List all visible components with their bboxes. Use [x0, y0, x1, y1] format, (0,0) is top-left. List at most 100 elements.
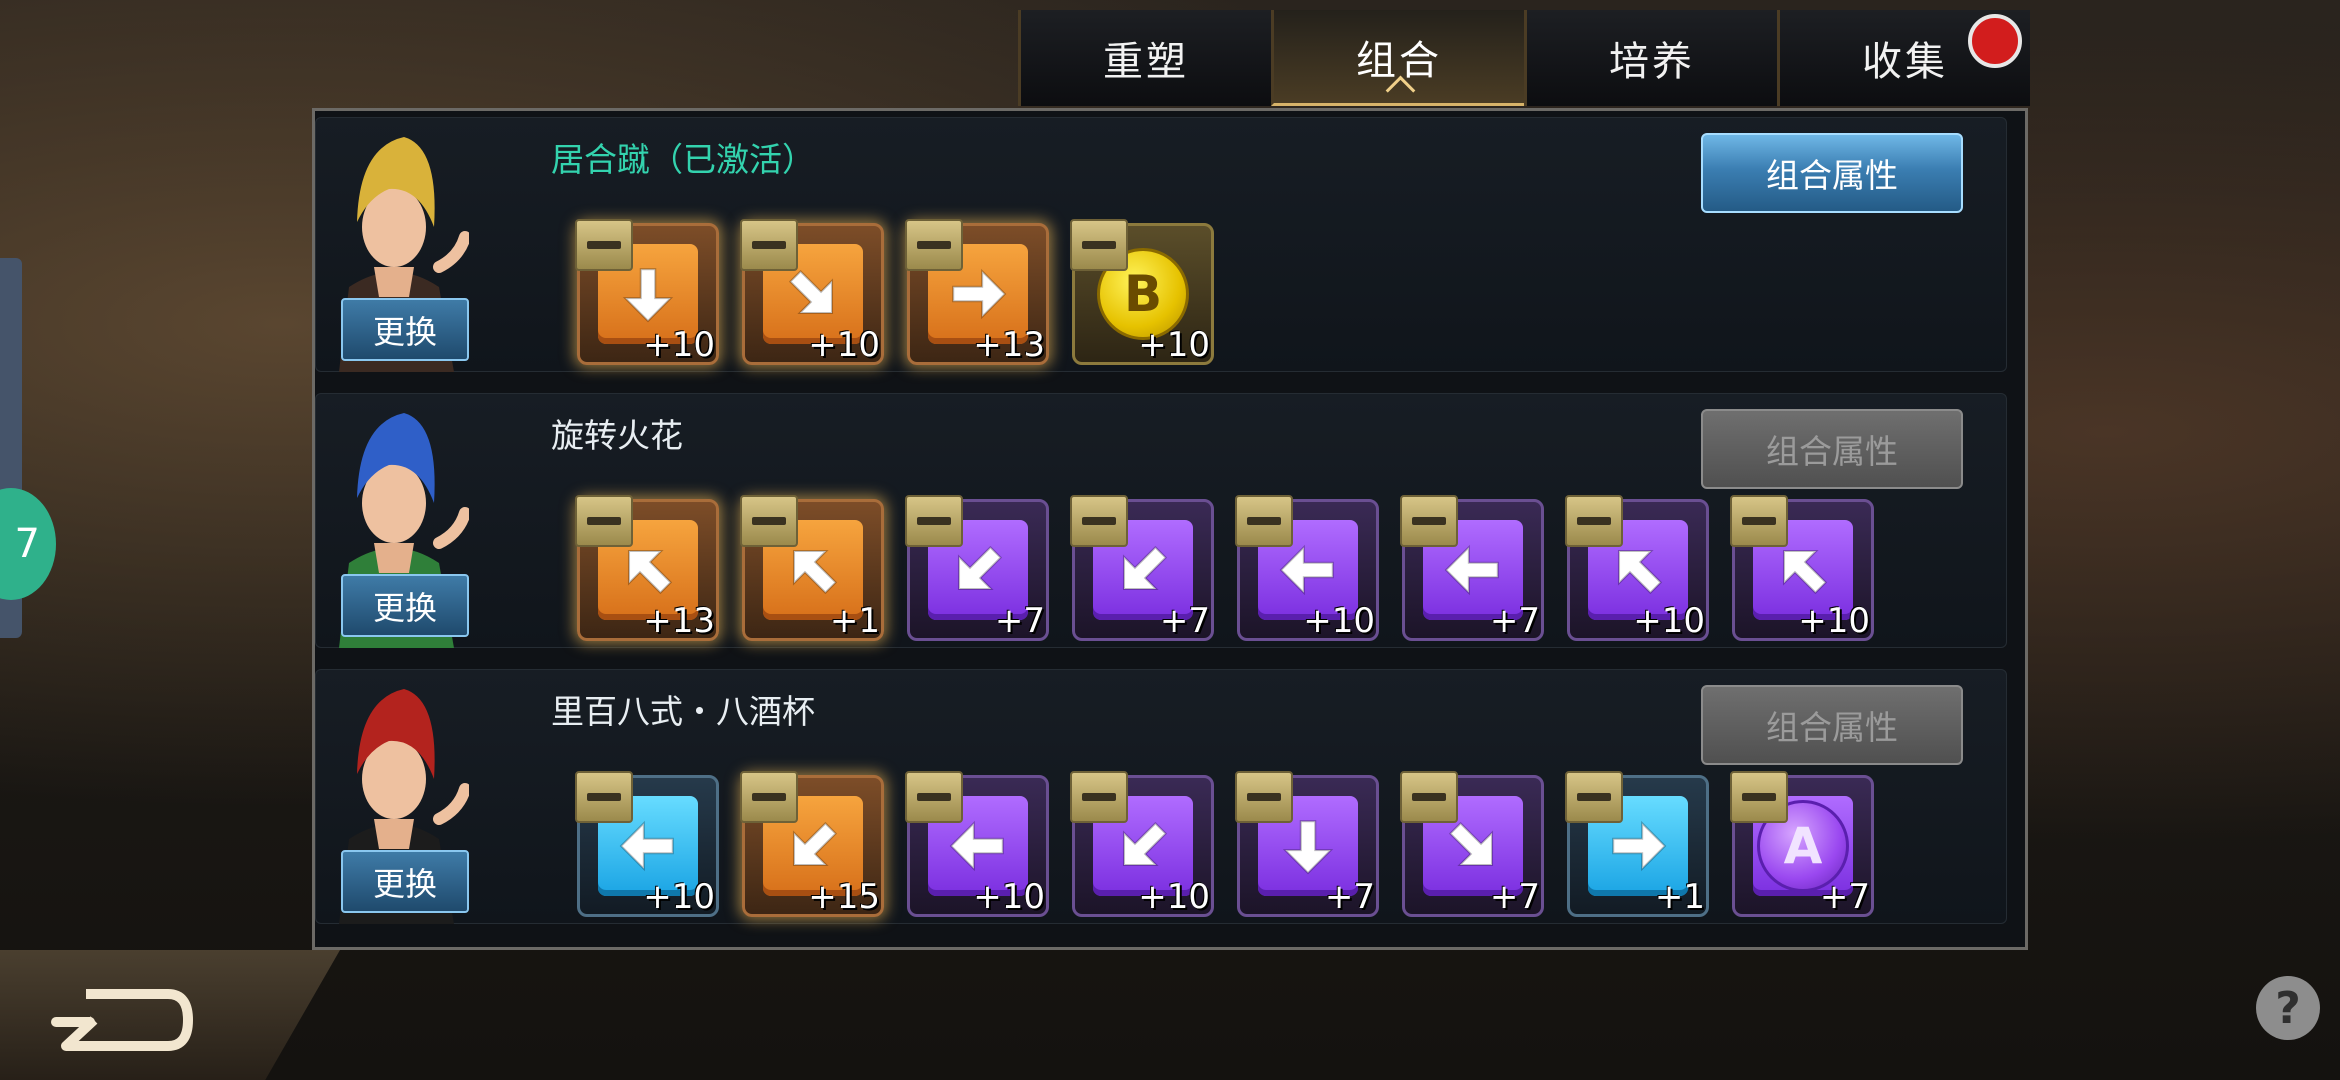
help-button[interactable]: ? — [2256, 976, 2320, 1040]
help-icon: ? — [2275, 982, 2301, 1034]
move-slot[interactable]: +7 — [1400, 495, 1544, 641]
tab-2[interactable]: 培养 — [1524, 10, 1777, 106]
move-slot[interactable]: +10 — [575, 219, 719, 365]
remove-move-button[interactable] — [1565, 771, 1623, 823]
move-slot-list: +13 +1 +7 +7 +10 +7 +10 +10 — [575, 495, 1874, 641]
arrow-up-left-icon — [1782, 549, 1828, 595]
arrow-down-left-icon — [1122, 821, 1168, 867]
remove-move-button[interactable] — [1070, 219, 1128, 271]
move-slot[interactable]: +7 — [1400, 771, 1544, 917]
arrow-right-icon — [1612, 820, 1667, 872]
move-slot[interactable]: B +10 — [1070, 219, 1214, 365]
combo-attributes-button[interactable]: 组合属性 — [1701, 409, 1963, 489]
remove-move-button[interactable] — [905, 219, 963, 271]
swap-character-button[interactable]: 更换 — [341, 574, 469, 637]
move-level: +10 — [1303, 601, 1375, 641]
tab-1[interactable]: 组合 — [1271, 10, 1524, 106]
move-level: +10 — [1138, 877, 1210, 917]
move-slot[interactable]: +10 — [575, 771, 719, 917]
side-tab[interactable]: 7 — [0, 488, 56, 600]
minus-icon — [587, 793, 621, 801]
move-level: +10 — [643, 877, 715, 917]
arrow-down-icon — [622, 268, 674, 323]
move-slot-list: +10 +15 +10 +10 +7 +7 +1 A +7 — [575, 771, 1874, 917]
move-slot[interactable]: +10 — [1730, 495, 1874, 641]
top-tab-bar: 重塑 组合 培养 收集 — [1018, 10, 2030, 106]
remove-move-button[interactable] — [1565, 495, 1623, 547]
remove-move-button[interactable] — [905, 771, 963, 823]
move-level: +10 — [1798, 601, 1870, 641]
minus-icon — [1577, 517, 1611, 525]
arrow-left-icon — [949, 820, 1004, 872]
move-level: +10 — [1633, 601, 1705, 641]
tab-label: 收集 — [1862, 39, 1948, 85]
remove-move-button[interactable] — [905, 495, 963, 547]
swap-character-button[interactable]: 更换 — [341, 850, 469, 913]
remove-move-button[interactable] — [1400, 495, 1458, 547]
combo-attributes-button[interactable]: 组合属性 — [1701, 685, 1963, 765]
move-slot[interactable]: +10 — [1070, 771, 1214, 917]
move-slot[interactable]: +7 — [1235, 771, 1379, 917]
remove-move-button[interactable] — [575, 495, 633, 547]
minus-icon — [1742, 793, 1776, 801]
move-slot[interactable]: +13 — [905, 219, 1049, 365]
tab-label: 重塑 — [1103, 39, 1189, 85]
move-level: +7 — [1159, 601, 1210, 641]
remove-move-button[interactable] — [575, 771, 633, 823]
remove-move-button[interactable] — [740, 495, 798, 547]
move-slot[interactable]: A +7 — [1730, 771, 1874, 917]
side-tab-label: 7 — [14, 521, 40, 567]
arrow-down-left-icon — [957, 545, 1003, 591]
remove-move-button[interactable] — [1235, 495, 1293, 547]
remove-move-button[interactable] — [740, 219, 798, 271]
remove-move-button[interactable] — [1070, 771, 1128, 823]
minus-icon — [752, 517, 786, 525]
remove-move-button[interactable] — [740, 771, 798, 823]
remove-move-button[interactable] — [1730, 771, 1788, 823]
move-slot-list: +10 +10 +13 B +10 — [575, 219, 1214, 365]
remove-move-button[interactable] — [1400, 771, 1458, 823]
move-slot[interactable]: +1 — [1565, 771, 1709, 917]
remove-move-button[interactable] — [1235, 771, 1293, 823]
move-slot[interactable]: +10 — [740, 219, 884, 365]
move-slot[interactable]: +15 — [740, 771, 884, 917]
move-level: +13 — [973, 325, 1045, 365]
tab-3[interactable]: 收集 — [1777, 10, 2030, 106]
move-slot[interactable]: +7 — [905, 495, 1049, 641]
remove-move-button[interactable] — [1070, 495, 1128, 547]
arrow-left-icon — [1444, 544, 1499, 596]
move-level: +15 — [808, 877, 880, 917]
arrow-left-icon — [619, 820, 674, 872]
arrow-down-right-icon — [788, 269, 834, 315]
minus-icon — [917, 793, 951, 801]
move-slot[interactable]: +13 — [575, 495, 719, 641]
notification-dot-icon — [1968, 14, 2022, 68]
arrow-down-icon — [1282, 820, 1334, 875]
move-slot[interactable]: +10 — [905, 771, 1049, 917]
move-slot[interactable]: +10 — [1235, 495, 1379, 641]
move-slot[interactable]: +7 — [1070, 495, 1214, 641]
arrow-down-left-icon — [792, 821, 838, 867]
minus-icon — [752, 241, 786, 249]
arrow-up-left-icon — [627, 549, 673, 595]
swap-character-button[interactable]: 更换 — [341, 298, 469, 361]
move-slot[interactable]: +1 — [740, 495, 884, 641]
move-level: +10 — [973, 877, 1045, 917]
remove-move-button[interactable] — [1730, 495, 1788, 547]
move-level: +10 — [808, 325, 880, 365]
move-level: +13 — [643, 601, 715, 641]
move-level: +7 — [1324, 877, 1375, 917]
combo-panel: 更换 居合蹴（已激活） 组合属性 +10 +10 +13 B +10 更换 旋转火花 组合属性 +13… — [312, 108, 2028, 950]
move-level: +7 — [1819, 877, 1870, 917]
back-arrow-icon — [51, 989, 193, 1051]
remove-move-button[interactable] — [575, 219, 633, 271]
minus-icon — [1247, 793, 1281, 801]
tab-0[interactable]: 重塑 — [1018, 10, 1271, 106]
minus-icon — [1082, 517, 1116, 525]
tab-label: 培养 — [1609, 39, 1695, 85]
move-level: +1 — [1654, 877, 1705, 917]
move-level: +7 — [994, 601, 1045, 641]
combo-attributes-button[interactable]: 组合属性 — [1701, 133, 1963, 213]
move-level: +1 — [829, 601, 880, 641]
move-slot[interactable]: +10 — [1565, 495, 1709, 641]
